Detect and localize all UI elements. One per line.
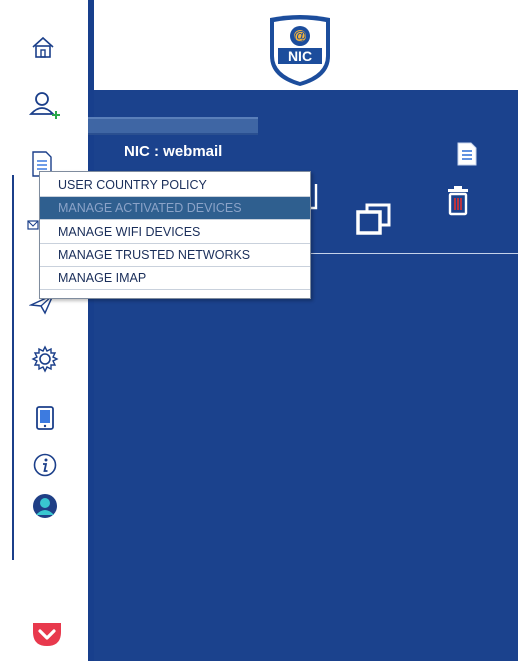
menu-item-manage-trusted-networks[interactable]: MANAGE TRUSTED NETWORKS	[40, 244, 310, 267]
trash-icon[interactable]	[445, 186, 471, 221]
logo-at-symbol: @	[294, 28, 307, 43]
sidebar-divider	[12, 175, 14, 560]
settings-icon[interactable]	[30, 344, 60, 374]
menu-item-manage-wifi-devices[interactable]: MANAGE WIFI DEVICES	[40, 221, 310, 244]
menu-item-user-country-policy[interactable]: USER COUNTRY POLICY	[40, 174, 310, 197]
nic-logo: @ NIC	[262, 12, 338, 88]
pocket-icon[interactable]	[30, 619, 64, 649]
menu-item-manage-activated-devices[interactable]: MANAGE ACTIVATED DEVICES	[40, 197, 310, 220]
add-user-icon[interactable]	[28, 90, 64, 122]
sidebar	[0, 0, 88, 661]
admin-dropdown-menu: USER COUNTRY POLICY MANAGE ACTIVATED DEV…	[39, 171, 311, 299]
logo-text: NIC	[288, 48, 312, 64]
mobile-device-icon[interactable]	[34, 405, 56, 431]
info-icon[interactable]	[32, 452, 58, 478]
panel-divider	[300, 253, 518, 254]
search-bar[interactable]	[88, 117, 258, 135]
home-icon[interactable]	[30, 34, 56, 60]
panel-title: NIC : webmail	[124, 143, 223, 160]
user-profile-icon[interactable]	[31, 492, 59, 520]
document-icon[interactable]	[456, 142, 478, 171]
menu-item-manage-imap[interactable]: MANAGE IMAP	[40, 267, 310, 290]
restore-window-icon[interactable]	[356, 203, 392, 240]
mail-icon[interactable]	[26, 218, 40, 232]
